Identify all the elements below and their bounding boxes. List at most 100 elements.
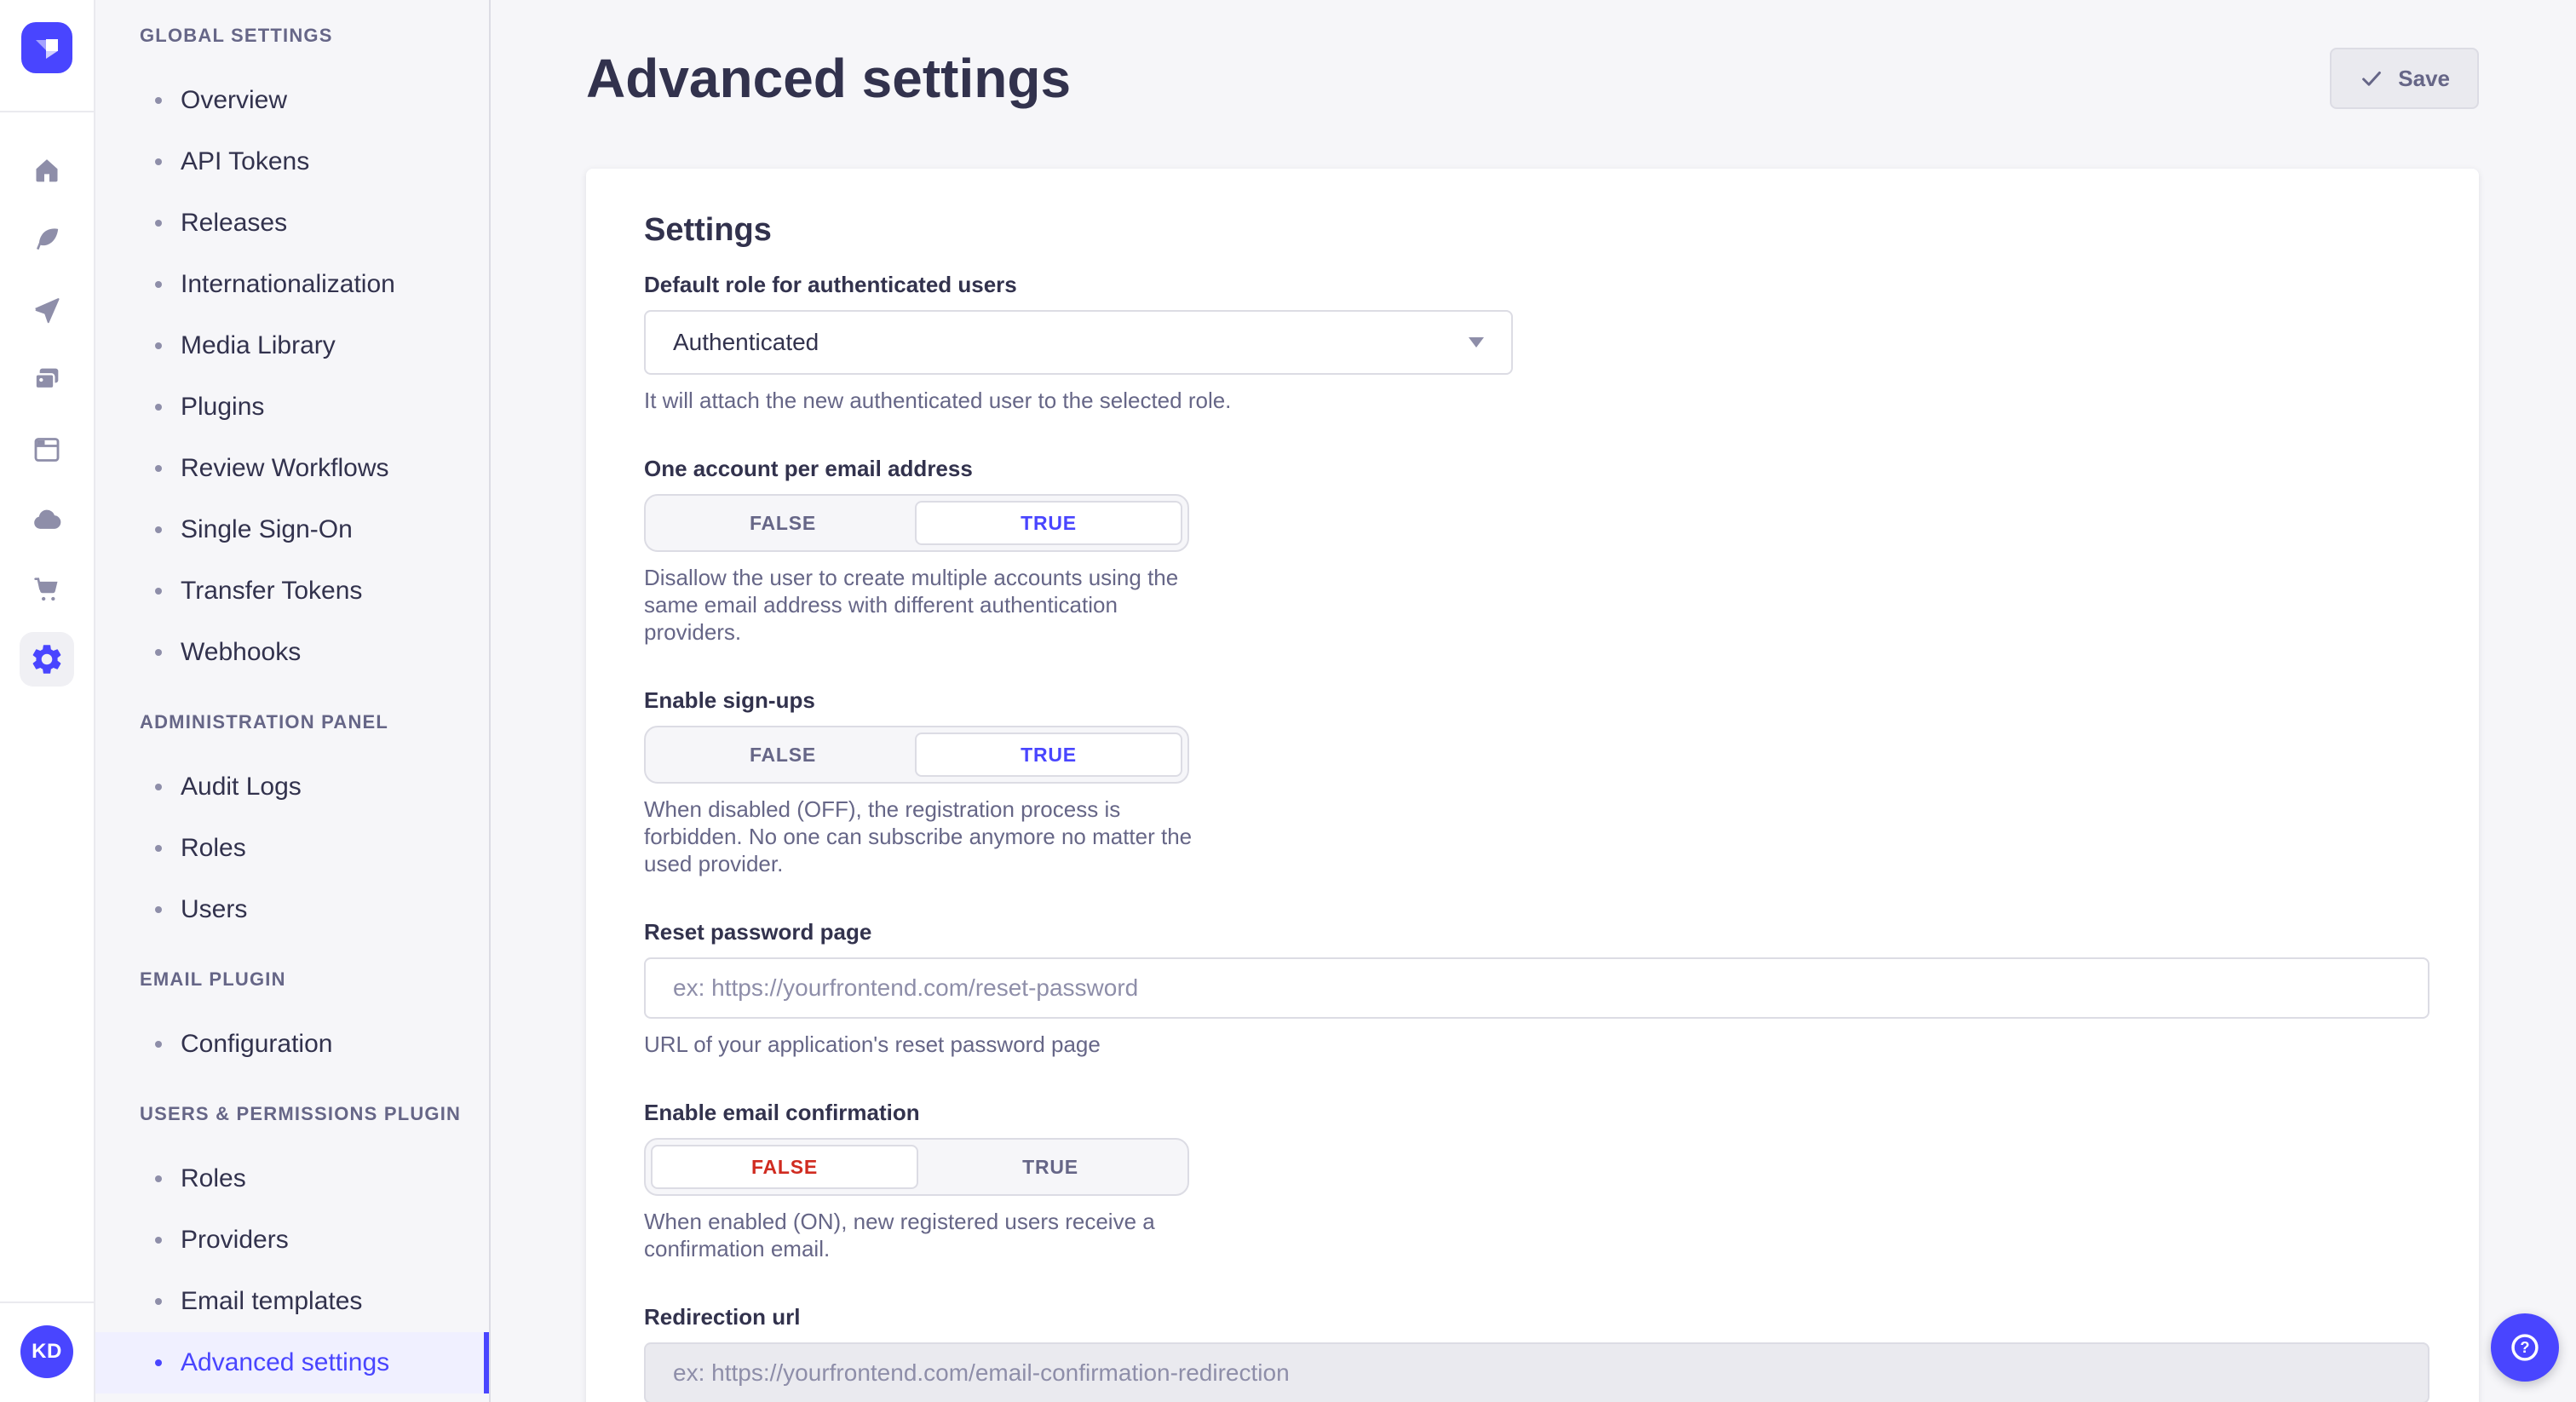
- sidebar-section-administration-panel: Administration PanelAudit LogsRolesUsers: [95, 710, 489, 940]
- bullet-icon: [155, 1237, 162, 1244]
- sidebar-section-title: Users & Permissions plugin: [95, 1102, 489, 1126]
- save-button-label: Save: [2398, 66, 2450, 92]
- sidebar-item-roles[interactable]: Roles: [95, 818, 489, 879]
- sidebar-item-label: Audit Logs: [181, 773, 302, 802]
- nav-settings-button[interactable]: [20, 632, 74, 687]
- one-account-false-option[interactable]: FALSE: [651, 501, 915, 545]
- card-heading: Settings: [644, 210, 2429, 250]
- strapi-logo-icon: [21, 22, 72, 73]
- rail-bottom: KD: [0, 1301, 95, 1402]
- save-button[interactable]: Save: [2330, 48, 2479, 109]
- sidebar-item-label: Single Sign-On: [181, 515, 353, 544]
- email-confirmation-hint: When enabled (ON), new registered users …: [644, 1208, 1220, 1262]
- email-confirmation-label: Enable email confirmation: [644, 1099, 2429, 1126]
- sidebar-item-advanced-settings[interactable]: Advanced settings: [95, 1332, 489, 1393]
- redirection-url-input[interactable]: [644, 1342, 2429, 1402]
- field-default-role: Default role for authenticated users Aut…: [644, 271, 2429, 414]
- signups-false-option[interactable]: FALSE: [651, 733, 915, 777]
- sidebar-item-label: Email templates: [181, 1287, 362, 1316]
- bullet-icon: [155, 845, 162, 852]
- nav-content-type-builder-button[interactable]: [20, 422, 74, 477]
- content-manager-icon: [30, 223, 64, 257]
- sidebar-item-label: Overview: [181, 86, 287, 115]
- sidebar-item-label: Internationalization: [181, 270, 395, 299]
- bullet-icon: [155, 588, 162, 595]
- bullet-icon: [155, 281, 162, 288]
- nav-rail: KD: [0, 0, 95, 1402]
- default-role-label: Default role for authenticated users: [644, 271, 2429, 298]
- default-role-select[interactable]: Authenticated: [644, 310, 1513, 375]
- home-icon: [30, 153, 64, 187]
- redirection-url-label: Redirection url: [644, 1303, 2429, 1330]
- nav-media-library-button[interactable]: [20, 353, 74, 407]
- email-confirmation-false-option[interactable]: FALSE: [651, 1145, 918, 1189]
- bullet-icon: [155, 404, 162, 411]
- sidebar-item-internationalization[interactable]: Internationalization: [95, 254, 489, 315]
- sidebar-item-media-library[interactable]: Media Library: [95, 315, 489, 376]
- sidebar-section-email-plugin: Email PluginConfiguration: [95, 968, 489, 1075]
- sidebar-item-overview[interactable]: Overview: [95, 70, 489, 131]
- divider: [0, 1301, 95, 1303]
- email-confirmation-true-option[interactable]: TRUE: [918, 1145, 1182, 1189]
- nav-home-button[interactable]: [20, 143, 74, 198]
- sidebar-item-label: Media Library: [181, 331, 336, 360]
- bullet-icon: [155, 1041, 162, 1048]
- media-library-icon: [30, 363, 64, 397]
- email-confirmation-toggle: FALSE TRUE: [644, 1138, 1189, 1196]
- signups-label: Enable sign-ups: [644, 687, 2429, 714]
- sidebar-item-review-workflows[interactable]: Review Workflows: [95, 438, 489, 499]
- sidebar-item-label: Transfer Tokens: [181, 577, 362, 606]
- signups-hint: When disabled (OFF), the registration pr…: [644, 796, 1220, 877]
- svg-text:?: ?: [2520, 1338, 2529, 1356]
- sidebar-item-label: Roles: [181, 1164, 246, 1193]
- sidebar-item-plugins[interactable]: Plugins: [95, 376, 489, 438]
- sidebar-item-webhooks[interactable]: Webhooks: [95, 622, 489, 683]
- nav-content-manager-button[interactable]: [20, 213, 74, 267]
- bullet-icon: [155, 97, 162, 104]
- shopping-cart-icon: [30, 572, 64, 606]
- sidebar-item-single-sign-on[interactable]: Single Sign-On: [95, 499, 489, 560]
- sidebar-item-users[interactable]: Users: [95, 879, 489, 940]
- bullet-icon: [155, 906, 162, 913]
- signups-toggle: FALSE TRUE: [644, 726, 1189, 784]
- sidebar-item-configuration[interactable]: Configuration: [95, 1014, 489, 1075]
- field-signups: Enable sign-ups FALSE TRUE When disabled…: [644, 687, 2429, 877]
- bullet-icon: [155, 220, 162, 227]
- sidebar-item-label: Configuration: [181, 1030, 332, 1059]
- sidebar-item-api-tokens[interactable]: API Tokens: [95, 131, 489, 192]
- sidebar-item-label: Users: [181, 895, 247, 924]
- settings-card: Settings Default role for authenticated …: [586, 169, 2479, 1402]
- help-button[interactable]: ?: [2491, 1313, 2559, 1382]
- sidebar-item-email-templates[interactable]: Email templates: [95, 1271, 489, 1332]
- bullet-icon: [155, 649, 162, 656]
- field-one-account: One account per email address FALSE TRUE…: [644, 455, 2429, 646]
- nav-cloud-button[interactable]: [20, 492, 74, 547]
- question-mark-icon: ?: [2506, 1329, 2544, 1366]
- one-account-toggle: FALSE TRUE: [644, 494, 1189, 552]
- nav-marketplace-button[interactable]: [20, 562, 74, 617]
- sidebar-item-releases[interactable]: Releases: [95, 192, 489, 254]
- one-account-true-option[interactable]: TRUE: [915, 501, 1182, 545]
- cloud-icon: [30, 503, 64, 537]
- strapi-logo-button[interactable]: [21, 22, 72, 73]
- bullet-icon: [155, 1359, 162, 1366]
- app-root: KD Global SettingsOverviewAPI TokensRele…: [0, 0, 2576, 1402]
- default-role-hint: It will attach the new authenticated use…: [644, 387, 2429, 414]
- one-account-label: One account per email address: [644, 455, 2429, 482]
- chevron-down-icon: [1469, 337, 1484, 348]
- one-account-hint: Disallow the user to create multiple acc…: [644, 564, 1220, 646]
- sidebar-item-transfer-tokens[interactable]: Transfer Tokens: [95, 560, 489, 622]
- signups-true-option[interactable]: TRUE: [915, 733, 1182, 777]
- sidebar-item-providers[interactable]: Providers: [95, 1210, 489, 1271]
- sidebar-item-label: Webhooks: [181, 638, 301, 667]
- sidebar-item-audit-logs[interactable]: Audit Logs: [95, 756, 489, 818]
- reset-password-input[interactable]: [644, 957, 2429, 1019]
- sidebar-section-global-settings: Global SettingsOverviewAPI TokensRelease…: [95, 24, 489, 683]
- bullet-icon: [155, 526, 162, 533]
- settings-sidebar: Global SettingsOverviewAPI TokensRelease…: [95, 0, 491, 1402]
- field-email-confirmation: Enable email confirmation FALSE TRUE Whe…: [644, 1099, 2429, 1262]
- nav-releases-button[interactable]: [20, 283, 74, 337]
- sidebar-item-roles[interactable]: Roles: [95, 1148, 489, 1210]
- user-avatar[interactable]: KD: [20, 1325, 73, 1378]
- rail-icons: [20, 112, 74, 1301]
